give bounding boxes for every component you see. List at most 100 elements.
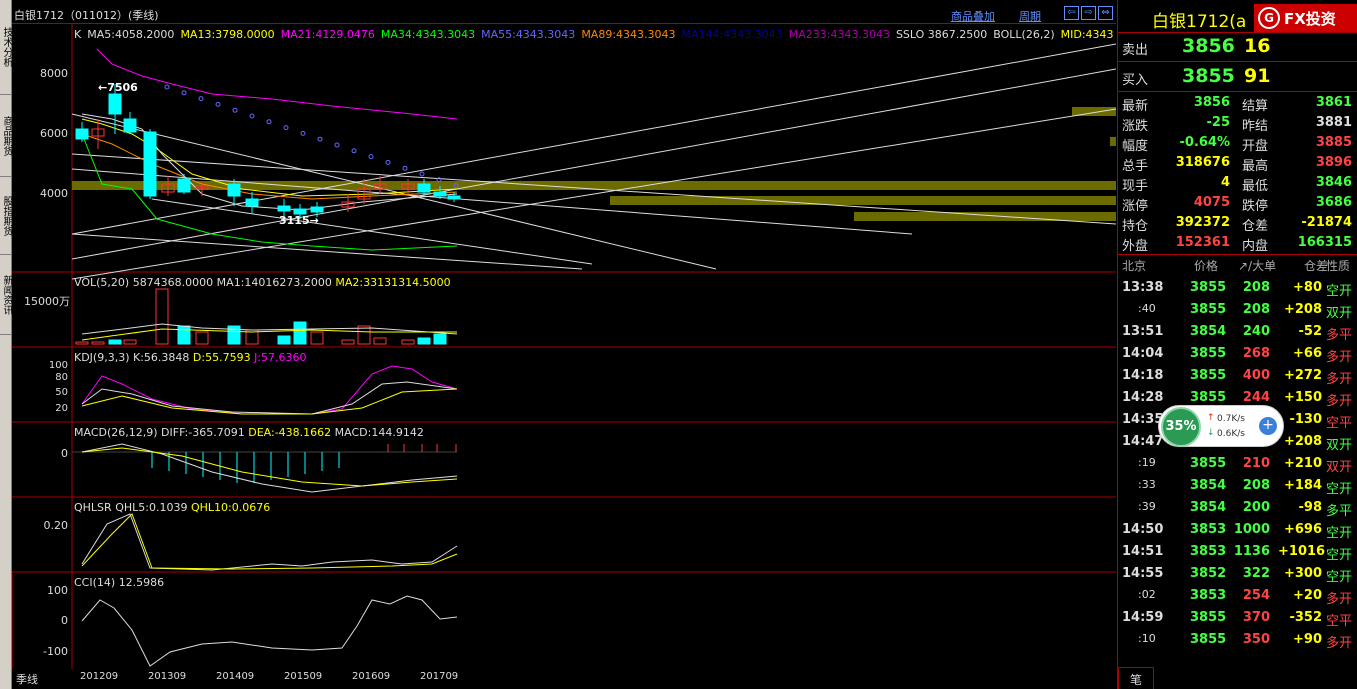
tick-row[interactable]: 14:04 3855 268 +66 多开 [1118, 343, 1357, 365]
tick-volume: 322 [1242, 566, 1270, 581]
tick-time: :40 [1138, 302, 1156, 315]
tick-row[interactable]: :40 3855 208 +208 双开 [1118, 299, 1357, 321]
candle-body [177, 178, 191, 193]
period-label[interactable]: 季线 [16, 671, 38, 687]
tick-time: :39 [1138, 500, 1156, 513]
volume-bar [108, 339, 122, 345]
tick-type: 双开 [1326, 438, 1353, 453]
nav-right-button[interactable]: ⇨ [1081, 6, 1096, 20]
stat-label: 现手 [1122, 179, 1149, 194]
tick-volume: 200 [1242, 500, 1270, 515]
tick-oi-change: -352 [1289, 610, 1322, 625]
network-speed-badge[interactable]: 35% ↑ 0.7K/s ↓ 0.6K/s + [1158, 405, 1284, 447]
macd-dea-line [81, 447, 458, 487]
tick-row[interactable]: :02 3853 254 +20 多开 [1118, 585, 1357, 607]
x-tick: 201309 [148, 671, 187, 682]
tick-oi-change: +696 [1283, 522, 1322, 537]
tick-time: 14:18 [1122, 368, 1164, 383]
upload-speed: 0.7K/s [1217, 414, 1245, 424]
tick-oi-change: +80 [1293, 280, 1322, 295]
period-link[interactable]: 周期 [1019, 8, 1041, 24]
stat-label: 结算 [1242, 99, 1269, 114]
quote-stat-row: 外盘 152361 内盘 166315 [1118, 235, 1357, 255]
bottom-tab[interactable]: 笔 [1118, 667, 1154, 689]
x-tick: 201509 [284, 671, 323, 682]
tick-type: 空平 [1326, 416, 1353, 431]
nav-fit-button[interactable]: ⇔ [1098, 6, 1113, 20]
stat-value: 392372 [1175, 215, 1230, 230]
tick-time: :19 [1138, 456, 1156, 469]
tick-oi-change: -98 [1298, 500, 1323, 515]
tick-row[interactable]: :33 3854 208 +184 空开 [1118, 475, 1357, 497]
side-tabs: 技术分析 商品期货 股指期货 新闻资讯 [0, 0, 12, 689]
side-tab-index-futures[interactable]: 股指期货 [0, 177, 12, 255]
vol-ma2-line [81, 328, 457, 341]
volume-bar [75, 341, 89, 345]
sell-price: 3856 [1182, 35, 1235, 57]
tick-volume: 208 [1242, 478, 1270, 493]
tick-price: 3853 [1190, 522, 1227, 537]
tick-type: 空开 [1326, 548, 1353, 563]
tick-row[interactable]: 14:59 3855 370 -352 空平 [1118, 607, 1357, 629]
tick-type: 多开 [1326, 372, 1353, 387]
volume-bar [177, 325, 191, 345]
stat-label: 内盘 [1242, 239, 1269, 254]
tick-row[interactable]: 13:38 3855 208 +80 空开 [1118, 277, 1357, 299]
tick-row[interactable]: 14:18 3855 400 +272 多开 [1118, 365, 1357, 387]
tick-volume: 210 [1242, 456, 1270, 471]
x-tick: 201709 [420, 671, 459, 682]
stat-value: 4 [1220, 175, 1230, 190]
candle-body [277, 205, 291, 212]
quote-panel: 白银1712(a G FX投资 卖出 3856 16 买入 3855 91 最新… [1117, 0, 1357, 689]
tick-row[interactable]: :10 3855 350 +90 多开 [1118, 629, 1357, 651]
stat-label: 最低 [1242, 179, 1269, 194]
tick-row[interactable]: :19 3855 210 +210 双开 [1118, 453, 1357, 475]
sar-dot [283, 125, 289, 131]
stat-label: 仓差 [1242, 219, 1269, 234]
side-tab-technical[interactable]: 技术分析 [0, 0, 12, 95]
volume-bar [123, 339, 137, 345]
ma-line [96, 48, 458, 120]
tick-time: 14:50 [1122, 522, 1164, 537]
tick-price: 3853 [1190, 544, 1227, 559]
candle-body [447, 195, 461, 200]
side-tab-commodity[interactable]: 商品期货 [0, 95, 12, 177]
brand-text: FX投资 [1284, 10, 1336, 28]
tick-time: 14:47 [1122, 434, 1164, 449]
price-zone [854, 212, 1116, 221]
tick-row[interactable]: :39 3854 200 -98 多平 [1118, 497, 1357, 519]
tick-oi-change: +208 [1283, 302, 1322, 317]
tick-oi-change: +300 [1283, 566, 1322, 581]
price-zone [1110, 137, 1116, 146]
stat-label: 昨结 [1242, 119, 1269, 134]
volume-bar [293, 321, 307, 345]
tick-volume: 400 [1242, 368, 1270, 383]
tick-type: 多平 [1326, 504, 1353, 519]
tick-price: 3855 [1190, 368, 1227, 383]
nav-left-button[interactable]: ⇦ [1064, 6, 1079, 20]
stat-value: -25 [1206, 115, 1231, 130]
ticks-header: 北京 价格 ↗/大单 仓差 性质 [1122, 259, 1351, 273]
cci-axis-box [12, 571, 73, 670]
tick-row[interactable]: 14:51 3853 1136 +1016 空开 [1118, 541, 1357, 563]
tick-oi-change: -130 [1289, 412, 1322, 427]
volume-bar [417, 337, 431, 345]
plus-icon[interactable]: + [1259, 417, 1277, 435]
tick-row[interactable]: 14:55 3852 322 +300 空开 [1118, 563, 1357, 585]
chart-canvas[interactable] [12, 24, 1116, 670]
stat-value: 3896 [1315, 155, 1352, 170]
qhl5-line [81, 513, 458, 571]
stat-value: -21874 [1301, 215, 1352, 230]
sar-dot [368, 154, 374, 160]
tick-volume: 244 [1242, 390, 1270, 405]
tick-oi-change: +66 [1293, 346, 1322, 361]
overlay-link[interactable]: 商品叠加 [951, 8, 995, 24]
tick-oi-change: -52 [1298, 324, 1323, 339]
tick-row[interactable]: 13:51 3854 240 -52 多平 [1118, 321, 1357, 343]
sar-dot [334, 142, 340, 148]
qhl10-line [81, 513, 458, 570]
tick-row[interactable]: 14:50 3853 1000 +696 空开 [1118, 519, 1357, 541]
side-tab-news[interactable]: 新闻资讯 [0, 255, 12, 335]
sar-dot [300, 130, 306, 136]
tick-oi-change: +210 [1283, 456, 1322, 471]
